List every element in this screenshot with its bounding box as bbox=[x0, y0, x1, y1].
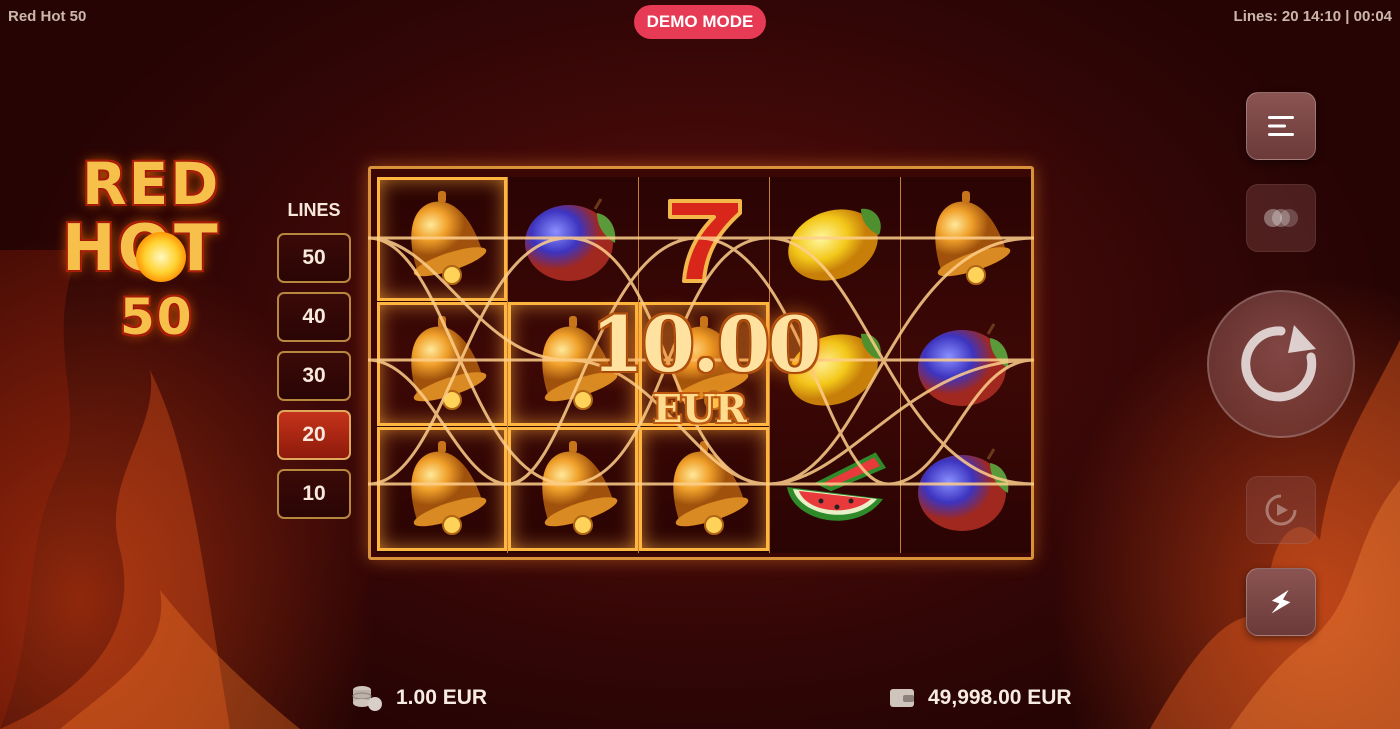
bell-symbol bbox=[639, 427, 769, 551]
app-title: Red Hot 50 bbox=[8, 8, 87, 25]
win-amount: 10.00 bbox=[591, 300, 821, 389]
spin-button[interactable] bbox=[1207, 290, 1355, 438]
coins-icon bbox=[352, 686, 382, 711]
win-currency: EUR bbox=[653, 386, 747, 431]
game-logo: RED HOT 50 bbox=[62, 150, 272, 350]
lines-option-30[interactable]: 30 bbox=[277, 351, 351, 401]
autoplay-button[interactable] bbox=[1246, 476, 1316, 544]
balance-display: 49,998.00 EUR bbox=[888, 684, 1072, 712]
bell-symbol bbox=[377, 302, 507, 426]
plum-symbol bbox=[508, 177, 638, 301]
logo-red-text: RED bbox=[82, 150, 221, 218]
lines-option-40[interactable]: 40 bbox=[277, 292, 351, 342]
plum-symbol bbox=[901, 302, 1031, 426]
lines-option-10[interactable]: 10 bbox=[277, 469, 351, 519]
seven-symbol bbox=[639, 177, 769, 301]
logo-fire-sun-icon bbox=[136, 232, 186, 282]
autoplay-icon bbox=[1265, 494, 1297, 526]
bell-symbol bbox=[508, 427, 638, 551]
wallet-icon bbox=[890, 689, 914, 707]
lightning-icon bbox=[1271, 589, 1291, 614]
watermelon-symbol bbox=[770, 427, 900, 551]
bell-symbol bbox=[377, 177, 507, 301]
turbo-icon bbox=[1264, 209, 1298, 227]
bell-symbol bbox=[901, 177, 1031, 301]
demo-mode-badge: DEMO MODE bbox=[634, 5, 766, 39]
lines-option-20[interactable]: 20 bbox=[277, 410, 351, 460]
menu-button[interactable] bbox=[1246, 92, 1316, 160]
balance-amount: 49,998.00 EUR bbox=[928, 686, 1072, 709]
bell-symbol bbox=[377, 427, 507, 551]
menu-icon bbox=[1268, 116, 1294, 136]
turbo-button[interactable] bbox=[1246, 184, 1316, 252]
reel-5 bbox=[901, 177, 1031, 553]
lines-option-50[interactable]: 50 bbox=[277, 233, 351, 283]
logo-50-text: 50 bbox=[120, 288, 194, 346]
reel-1 bbox=[377, 177, 507, 553]
plum-symbol bbox=[901, 427, 1031, 551]
bet-display[interactable]: 1.00 EUR bbox=[350, 684, 487, 712]
spin-icon bbox=[1241, 325, 1317, 402]
status-info: Lines: 20 14:10 | 00:04 bbox=[1233, 8, 1392, 25]
lemon-symbol bbox=[770, 177, 900, 301]
lines-label: LINES bbox=[287, 200, 341, 220]
quick-spin-button[interactable] bbox=[1246, 568, 1316, 636]
bet-amount: 1.00 EUR bbox=[396, 686, 488, 709]
